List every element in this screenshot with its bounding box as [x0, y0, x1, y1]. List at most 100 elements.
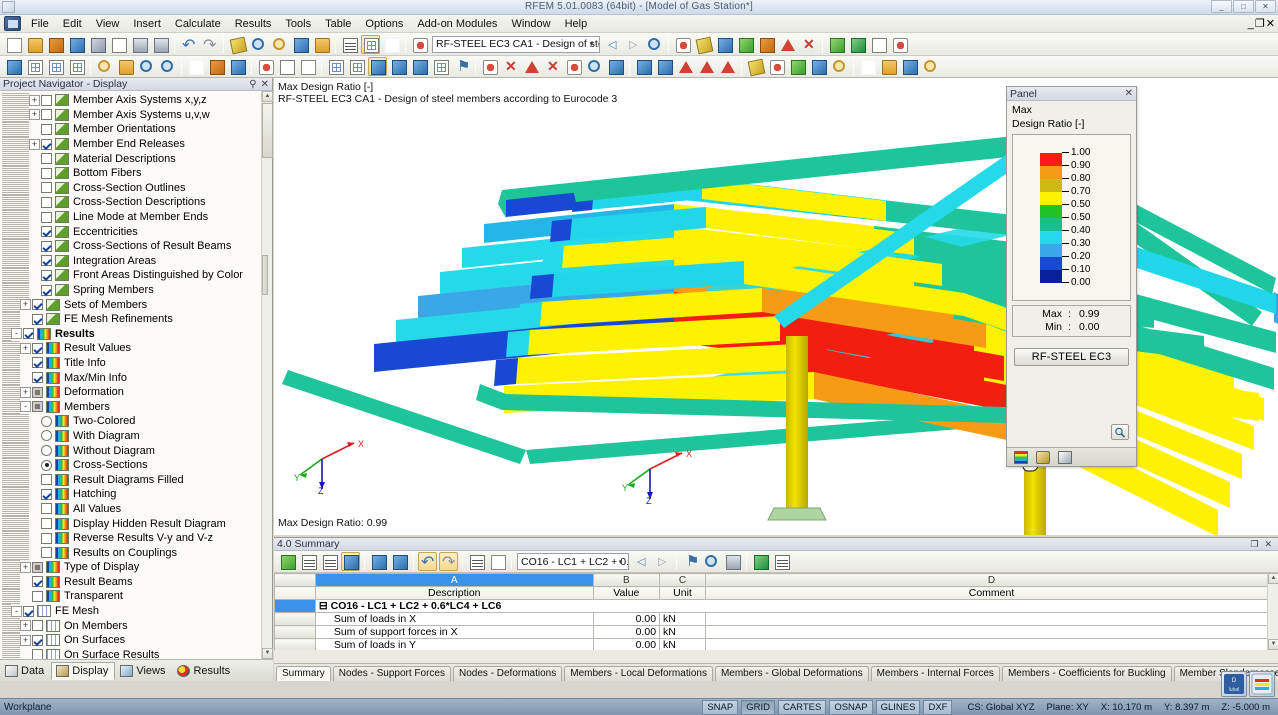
- menu-help[interactable]: Help: [558, 16, 595, 32]
- object-snap-button[interactable]: [347, 57, 366, 76]
- table-select-button[interactable]: [702, 552, 721, 571]
- chevron-down-icon[interactable]: ▾: [585, 38, 598, 51]
- new-file-button[interactable]: [4, 35, 23, 54]
- rfem-app-icon[interactable]: [1249, 671, 1275, 697]
- sheet-tab[interactable]: Nodes - Deformations: [453, 666, 562, 681]
- redo-button[interactable]: [200, 35, 219, 54]
- tree-item[interactable]: +On Members: [0, 618, 272, 633]
- tree-item[interactable]: +Member End Releases: [0, 137, 272, 152]
- tree-checkbox[interactable]: [41, 533, 52, 544]
- table-redo-button[interactable]: [439, 552, 458, 571]
- tree-item[interactable]: Bottom Fibers: [0, 166, 272, 181]
- sheet-tab[interactable]: Members - Internal Forces: [871, 666, 1000, 681]
- dimension-button[interactable]: [298, 57, 317, 76]
- printout-button[interactable]: [869, 35, 888, 54]
- tree-item[interactable]: Spring Members: [0, 283, 272, 298]
- tree-checkbox[interactable]: [32, 314, 43, 325]
- line-button[interactable]: [694, 35, 713, 54]
- grid-scroll-down-icon[interactable]: ▼: [1268, 639, 1278, 650]
- scrollbar-thumb[interactable]: [262, 103, 273, 158]
- collapse-icon[interactable]: -: [11, 606, 22, 617]
- rotate-button[interactable]: [95, 57, 114, 76]
- link-button[interactable]: [606, 57, 625, 76]
- factors-tab-icon[interactable]: [1058, 451, 1072, 464]
- table-view-button[interactable]: [488, 552, 507, 571]
- tree-checkbox[interactable]: [41, 139, 52, 150]
- tree-checkbox[interactable]: [41, 503, 52, 514]
- tree-checkbox[interactable]: [41, 270, 52, 281]
- navigator-tab-display[interactable]: Display: [51, 662, 115, 680]
- colhdr-c[interactable]: C: [660, 574, 706, 587]
- panel-zoom-icon[interactable]: [1111, 424, 1129, 440]
- view-xz-button[interactable]: [46, 57, 65, 76]
- panel-close-icon[interactable]: ✕: [1125, 88, 1133, 99]
- expand-icon[interactable]: +: [29, 139, 40, 150]
- tree-checkbox[interactable]: [41, 241, 52, 252]
- tree-item[interactable]: Integration Areas: [0, 254, 272, 269]
- tree-checkbox[interactable]: [23, 606, 34, 617]
- member-button[interactable]: [715, 35, 734, 54]
- tree-item[interactable]: Result Diagrams Filled: [0, 472, 272, 487]
- window-tile-button[interactable]: [312, 35, 331, 54]
- table-format-button[interactable]: [467, 552, 486, 571]
- zoom-all-button[interactable]: [270, 35, 289, 54]
- filter-button[interactable]: [900, 57, 919, 76]
- tree-item[interactable]: -Results: [0, 327, 272, 342]
- tree-item[interactable]: +Deformation: [0, 385, 272, 400]
- zoom-previous-button[interactable]: [158, 57, 177, 76]
- expand-icon[interactable]: +: [20, 299, 31, 310]
- sheet-tab[interactable]: Summary: [276, 666, 331, 681]
- result-values-button[interactable]: [767, 57, 786, 76]
- table-close-icon[interactable]: ✕: [1264, 539, 1272, 550]
- tree-item[interactable]: Result Beams: [0, 575, 272, 590]
- sheet-tab[interactable]: Nodes - Support Forces: [333, 666, 451, 681]
- row-header[interactable]: [275, 613, 316, 626]
- calculate-button[interactable]: [827, 35, 846, 54]
- tree-item[interactable]: +Result Values: [0, 341, 272, 356]
- color-scale-tab-icon[interactable]: [1014, 451, 1028, 464]
- row-header[interactable]: [275, 600, 316, 613]
- tree-item[interactable]: Max/Min Info: [0, 370, 272, 385]
- nodes-visible-button[interactable]: [256, 57, 275, 76]
- table-restore-icon[interactable]: ❐: [1250, 539, 1258, 550]
- sheet-tab[interactable]: Members - Coefficients for Buckling: [1002, 666, 1172, 681]
- tree-checkbox[interactable]: [41, 153, 52, 164]
- tree-checkbox[interactable]: [41, 212, 52, 223]
- nodal-load-button[interactable]: [676, 57, 695, 76]
- solid-button[interactable]: [757, 35, 776, 54]
- table-next-col-button[interactable]: [390, 552, 409, 571]
- status-toggle-dxf[interactable]: DXF: [923, 700, 952, 715]
- tree-item[interactable]: Eccentricities: [0, 224, 272, 239]
- tree-item[interactable]: +Member Axis Systems x,y,z: [0, 93, 272, 108]
- cell-description[interactable]: Sum of loads in Y: [315, 639, 593, 651]
- minimize-button[interactable]: _: [1211, 0, 1232, 13]
- tree-item[interactable]: +On Surfaces: [0, 633, 272, 648]
- rotate-model-button[interactable]: [564, 57, 583, 76]
- cell-unit[interactable]: kN: [660, 626, 706, 639]
- view-xy-button[interactable]: [25, 57, 44, 76]
- scroll-up-icon[interactable]: ▲: [262, 91, 273, 102]
- pan-button[interactable]: [116, 57, 135, 76]
- table-filter-button[interactable]: [299, 552, 318, 571]
- table-next-case-button[interactable]: [653, 552, 672, 571]
- navigator-tab-data[interactable]: Data: [0, 662, 51, 680]
- tree-checkbox[interactable]: [32, 343, 43, 354]
- collapse-icon[interactable]: -: [20, 401, 31, 412]
- coordinate-system-button[interactable]: [410, 57, 429, 76]
- cell-value[interactable]: 0.00: [593, 613, 659, 626]
- mirror-button[interactable]: [501, 57, 520, 76]
- tree-checkbox-partial[interactable]: [32, 387, 43, 398]
- module-selector-combo[interactable]: RF-STEEL EC3 CA1 - Design of steel me ▾: [432, 36, 600, 53]
- status-toggle-snap[interactable]: SNAP: [702, 700, 738, 715]
- grid-scroll-up-icon[interactable]: ▲: [1268, 573, 1278, 584]
- scale-factor-tab-icon[interactable]: [1036, 451, 1050, 464]
- close-button[interactable]: ✕: [1255, 0, 1276, 13]
- navigator-pin-icon[interactable]: ⚲: [249, 79, 256, 90]
- status-toggle-cartes[interactable]: CARTES: [778, 700, 826, 715]
- load-case-button[interactable]: [634, 57, 653, 76]
- expand-icon[interactable]: +: [20, 562, 31, 573]
- tree-checkbox[interactable]: [41, 124, 52, 135]
- cell-unit[interactable]: kN: [660, 639, 706, 651]
- group-button[interactable]: [879, 57, 898, 76]
- menu-addon-modules[interactable]: Add-on Modules: [410, 16, 504, 32]
